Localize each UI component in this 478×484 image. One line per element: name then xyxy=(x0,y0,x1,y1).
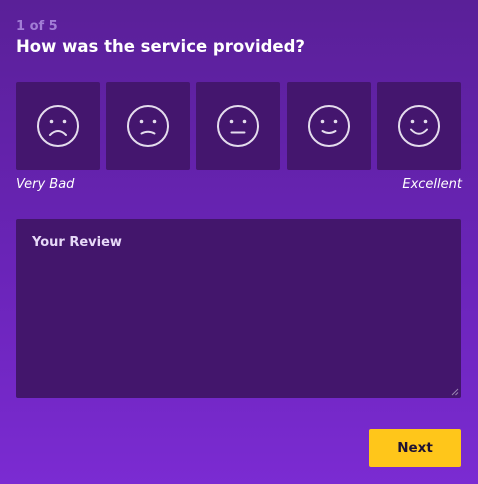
happy-face-icon xyxy=(398,105,440,147)
question-title: How was the service provided? xyxy=(16,37,305,56)
rating-option-3[interactable] xyxy=(196,82,280,170)
resize-grip-icon[interactable] xyxy=(451,388,459,396)
rating-options xyxy=(16,82,461,170)
slightly-happy-face-icon xyxy=(308,105,350,147)
next-button[interactable]: Next xyxy=(369,429,461,467)
review-textarea[interactable] xyxy=(16,219,461,398)
scale-label-high: Excellent xyxy=(402,177,462,192)
rating-option-5[interactable] xyxy=(377,82,461,170)
rating-option-2[interactable] xyxy=(106,82,190,170)
scale-label-low: Very Bad xyxy=(16,177,75,192)
slightly-sad-face-icon xyxy=(127,105,169,147)
rating-option-1[interactable] xyxy=(16,82,100,170)
neutral-face-icon xyxy=(217,105,259,147)
sad-face-icon xyxy=(37,105,79,147)
step-indicator: 1 of 5 xyxy=(16,19,58,34)
rating-option-4[interactable] xyxy=(287,82,371,170)
